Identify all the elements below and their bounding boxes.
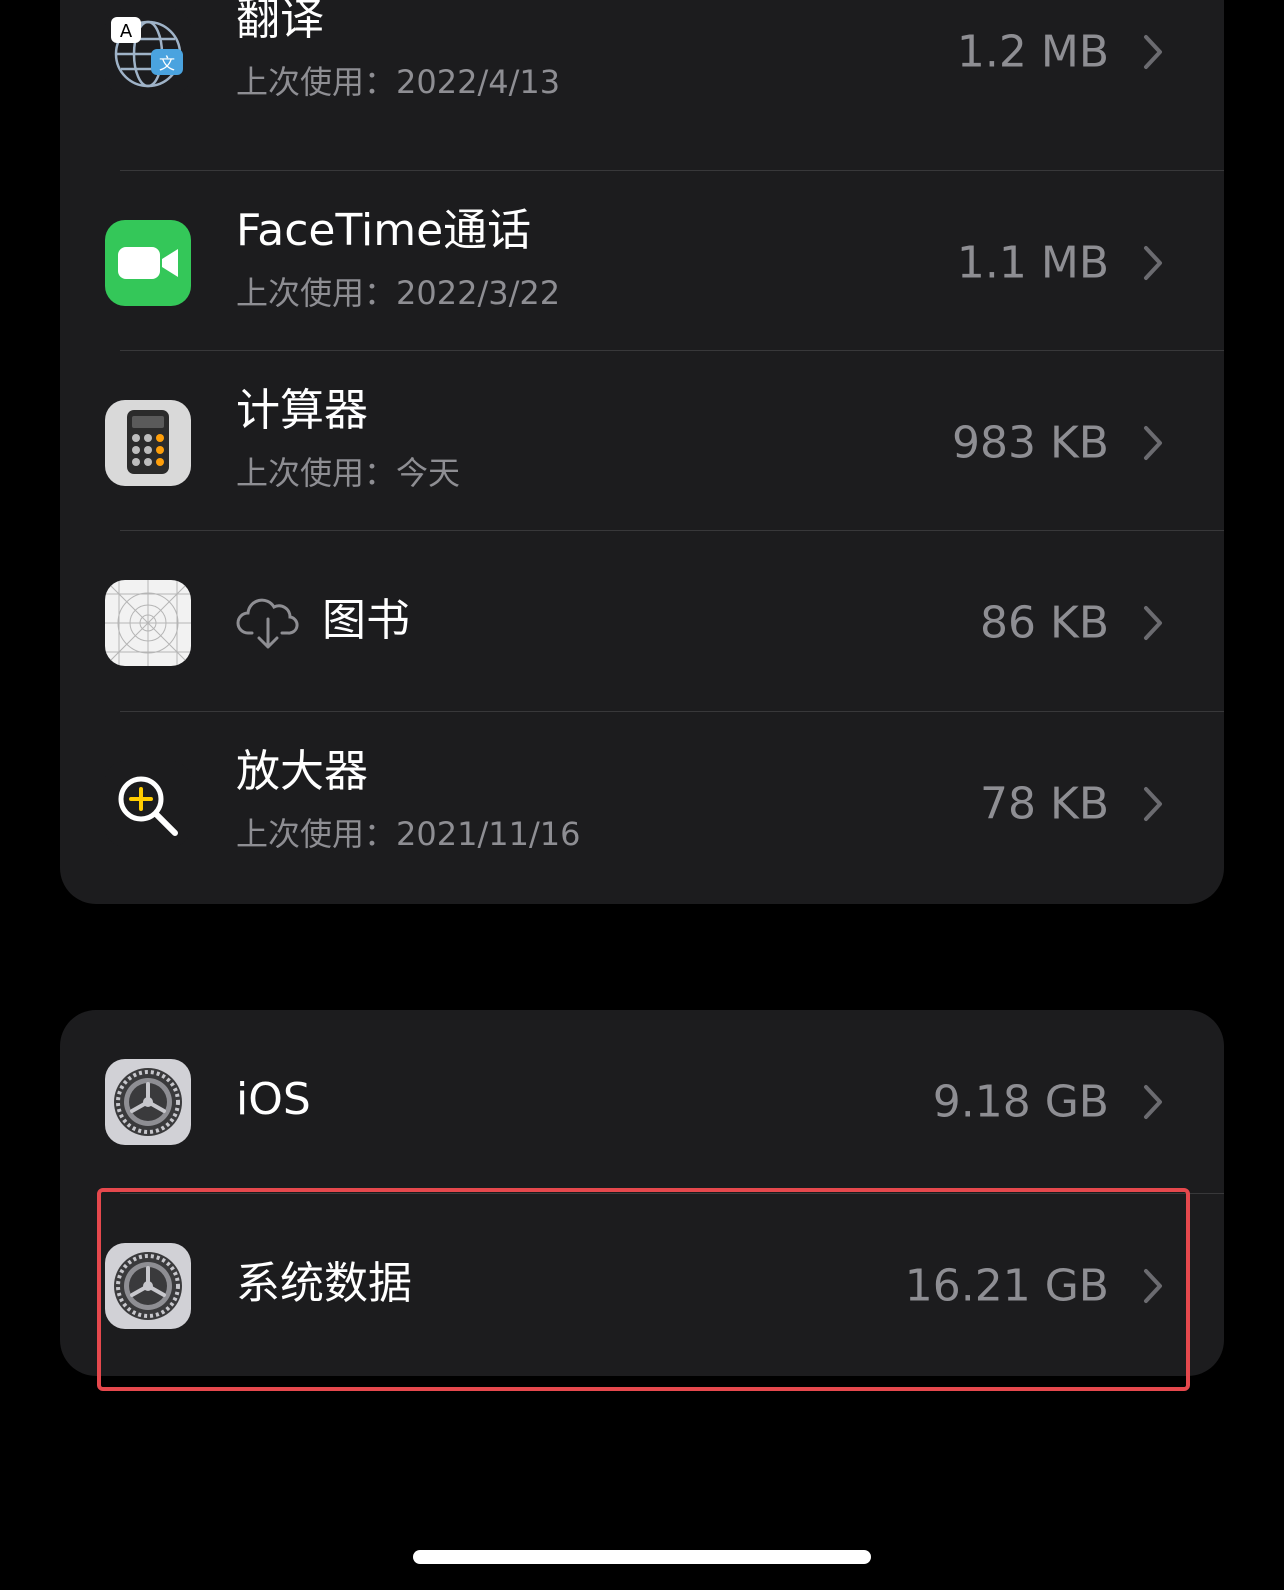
- svg-text:文: 文: [159, 54, 175, 73]
- cloud-download-icon: [236, 598, 299, 649]
- chevron-right-icon: [1144, 1268, 1162, 1303]
- system-row-ios[interactable]: iOS 9.18 GB: [60, 1010, 1224, 1193]
- app-name: 翻译: [236, 0, 324, 45]
- app-size: 1.2 MB: [956, 26, 1109, 77]
- app-name: FaceTime通话: [236, 205, 532, 256]
- translate-icon: A 文: [105, 8, 191, 95]
- chevron-right-icon: [1144, 245, 1162, 280]
- system-item-size: 9.18 GB: [932, 1076, 1109, 1127]
- facetime-icon: [105, 219, 191, 306]
- chevron-right-icon: [1144, 34, 1162, 69]
- chevron-right-icon: [1144, 1084, 1162, 1119]
- system-storage-list: iOS 9.18 GB 系统数据 16.21 GB: [60, 1010, 1224, 1376]
- calculator-icon: [105, 399, 191, 486]
- settings-gear-icon: [105, 1242, 191, 1329]
- home-indicator[interactable]: [413, 1550, 871, 1564]
- app-row-translate[interactable]: A 文 翻译 上次使用：2022/4/13 1.2 MB: [60, 0, 1224, 143]
- app-name: 图书: [322, 595, 410, 646]
- app-row-calculator[interactable]: 计算器 上次使用：今天 983 KB: [60, 351, 1224, 534]
- app-row-books[interactable]: 图书 86 KB: [60, 531, 1224, 714]
- app-name: 放大器: [236, 746, 368, 797]
- system-item-name: 系统数据: [236, 1258, 412, 1309]
- app-row-magnifier[interactable]: 放大器 上次使用：2021/11/16 78 KB: [60, 712, 1224, 895]
- app-size: 1.1 MB: [956, 237, 1109, 288]
- system-item-name: iOS: [236, 1074, 311, 1125]
- last-used-label: 上次使用：今天: [236, 454, 461, 492]
- app-size: 983 KB: [951, 417, 1109, 468]
- svg-text:A: A: [120, 21, 133, 42]
- magnifier-icon: [105, 760, 191, 847]
- app-row-facetime[interactable]: FaceTime通话 上次使用：2022/3/22 1.1 MB: [60, 171, 1224, 354]
- settings-gear-icon: [105, 1058, 191, 1145]
- last-used-label: 上次使用：2022/4/13: [236, 63, 561, 101]
- last-used-label: 上次使用：2022/3/22: [236, 274, 561, 312]
- chevron-right-icon: [1144, 425, 1162, 460]
- app-size: 78 KB: [979, 778, 1109, 829]
- system-item-size: 16.21 GB: [904, 1260, 1109, 1311]
- chevron-right-icon: [1144, 786, 1162, 821]
- apps-storage-list: A 文 翻译 上次使用：2022/4/13 1.2 MB FaceTime通话 …: [60, 0, 1224, 904]
- app-size: 86 KB: [979, 597, 1109, 648]
- app-name: 计算器: [236, 385, 368, 436]
- books-placeholder-icon: [105, 579, 191, 666]
- chevron-right-icon: [1144, 605, 1162, 640]
- system-row-system-data[interactable]: 系统数据 16.21 GB: [60, 1194, 1224, 1376]
- last-used-label: 上次使用：2021/11/16: [236, 815, 581, 853]
